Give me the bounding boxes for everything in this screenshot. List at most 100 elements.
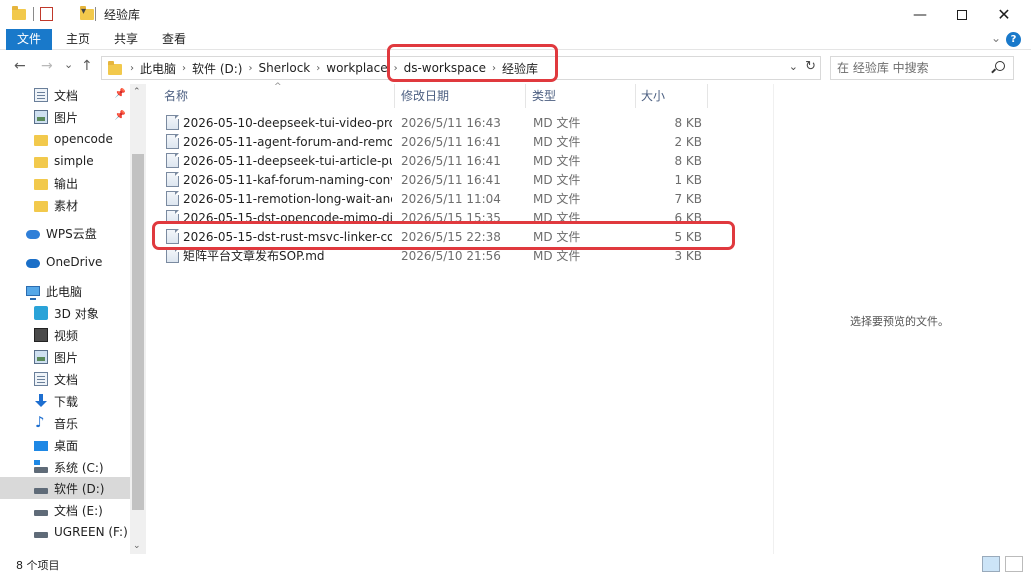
sidebar-item-drive-e[interactable]: 文档 (E:) <box>0 499 130 521</box>
chevron-right-icon[interactable]: › <box>180 63 188 74</box>
video-icon <box>34 328 48 342</box>
sidebar-item-pictures[interactable]: 图片 <box>0 346 130 368</box>
divider <box>635 84 636 108</box>
sidebar-item-simple[interactable]: simple <box>0 150 130 172</box>
close-button[interactable]: ✕ <box>981 0 1027 29</box>
sidebar-item-videos[interactable]: 视频 <box>0 324 130 346</box>
column-header-size[interactable]: 大小 <box>641 84 701 108</box>
sidebar-item-materials[interactable]: 素材 <box>0 194 130 216</box>
crumb-experience-lib[interactable]: 经验库 <box>498 60 542 77</box>
recent-locations-icon[interactable]: ⌄ <box>64 58 73 71</box>
sidebar-item-opencode[interactable]: opencode <box>0 128 130 150</box>
folder-icon <box>34 178 48 190</box>
table-row[interactable]: 矩阵平台文章发布SOP.md 2026/5/10 21:56 MD 文件 3 K… <box>164 247 764 266</box>
scroll-up-icon[interactable]: ⌃ <box>133 87 141 97</box>
table-row[interactable]: 2026-05-10-deepseek-tui-video-pro... 202… <box>164 114 764 133</box>
scrollbar-thumb[interactable] <box>132 154 144 510</box>
sidebar-item-output[interactable]: 输出 <box>0 172 130 194</box>
scroll-down-icon[interactable]: ⌄ <box>133 541 141 551</box>
tab-home[interactable]: 主页 <box>60 29 96 50</box>
search-input[interactable] <box>837 58 987 78</box>
table-row[interactable]: 2026-05-11-agent-forum-and-remoti... 202… <box>164 133 764 152</box>
sidebar-item-label: 音乐 <box>54 416 79 431</box>
drive-icon <box>34 532 48 538</box>
maximize-button[interactable] <box>939 0 985 29</box>
sidebar-item-drive-c[interactable]: 系统 (C:) <box>0 456 130 478</box>
sidebar-item-documents[interactable]: 文档 <box>0 368 130 390</box>
file-size: 7 KB <box>674 192 702 206</box>
table-row[interactable]: 2026-05-15-dst-opencode-mimo-dia... 2026… <box>164 209 764 221</box>
sidebar-item-label: 此电脑 <box>46 284 83 299</box>
pin-icon: 📌 <box>114 89 126 99</box>
chevron-right-icon[interactable]: › <box>128 63 136 74</box>
divider <box>707 84 708 108</box>
table-row[interactable]: 2026-05-11-remotion-long-wait-and-... 20… <box>164 190 764 209</box>
sidebar-item-label: 系统 (C:) <box>54 460 104 475</box>
properties-icon[interactable] <box>40 7 53 21</box>
crumb-sherlock[interactable]: Sherlock <box>254 61 314 75</box>
file-date: 2026/5/11 16:41 <box>401 173 501 187</box>
file-name: 矩阵平台文章发布SOP.md <box>183 249 325 263</box>
onedrive-icon <box>26 259 40 268</box>
sidebar-item-music[interactable]: 音乐 <box>0 412 130 434</box>
sidebar-item-3d-objects[interactable]: 3D 对象 <box>0 302 130 324</box>
sidebar-item-drive-f[interactable]: UGREEN (F:) <box>0 521 130 543</box>
tab-view[interactable]: 查看 <box>156 29 192 50</box>
file-type: MD 文件 <box>533 154 581 168</box>
crumb-this-pc[interactable]: 此电脑 <box>136 60 180 77</box>
table-row[interactable]: 2026-05-11-kaf-forum-naming-conve... 202… <box>164 171 764 190</box>
table-row[interactable]: 2026-05-15-dst-rust-msvc-linker-cont... … <box>164 228 764 247</box>
search-icon[interactable] <box>995 61 1005 71</box>
sidebar-item-onedrive[interactable]: OneDrive <box>0 251 130 273</box>
sidebar-scrollbar[interactable]: ⌃ ⌄ <box>130 84 146 554</box>
customize-toolbar-icon[interactable]: ▾ <box>81 6 86 22</box>
file-size: 8 KB <box>674 154 702 168</box>
up-icon[interactable]: ↑ <box>81 58 93 74</box>
file-name: 2026-05-11-agent-forum-and-remoti... <box>183 135 392 149</box>
forward-icon[interactable]: → <box>41 58 53 74</box>
chevron-right-icon[interactable]: › <box>392 63 400 74</box>
address-dropdown-icon[interactable]: ⌄ <box>789 60 798 73</box>
back-icon[interactable]: ← <box>14 58 26 74</box>
sidebar-item-wps-cloud[interactable]: WPS云盘 <box>0 222 130 244</box>
sidebar-item-documents-quick[interactable]: 文档 📌 <box>0 84 130 106</box>
details-view-icon[interactable] <box>982 556 1000 572</box>
minimize-icon: — <box>913 6 927 23</box>
music-icon <box>34 413 48 431</box>
sidebar-item-drive-d[interactable]: 软件 (D:) <box>0 477 130 499</box>
chevron-right-icon[interactable]: › <box>314 63 322 74</box>
large-icons-view-icon[interactable] <box>1005 556 1023 572</box>
file-name: 2026-05-10-deepseek-tui-video-pro... <box>183 116 392 130</box>
column-header-type[interactable]: 类型 <box>532 84 632 108</box>
table-row[interactable]: 2026-05-11-deepseek-tui-article-pub... 2… <box>164 152 764 171</box>
chevron-right-icon[interactable]: › <box>246 63 254 74</box>
search-box <box>830 56 1014 80</box>
sidebar-item-this-pc[interactable]: 此电脑 <box>0 280 130 302</box>
file-name: 2026-05-11-deepseek-tui-article-pub... <box>183 154 392 168</box>
chevron-right-icon[interactable]: › <box>490 63 498 74</box>
tab-file[interactable]: 文件 <box>6 29 52 50</box>
sidebar-item-downloads[interactable]: 下载 <box>0 390 130 412</box>
help-icon[interactable]: ? <box>1006 32 1021 47</box>
column-header-date[interactable]: 修改日期 <box>401 84 521 108</box>
close-icon: ✕ <box>997 5 1011 24</box>
address-bar[interactable]: › 此电脑 › 软件 (D:) › Sherlock › workplace ›… <box>101 56 821 80</box>
sidebar-item-pictures-quick[interactable]: 图片 📌 <box>0 106 130 128</box>
crumb-workplace[interactable]: workplace <box>322 61 391 75</box>
file-date: 2026/5/11 16:41 <box>401 135 501 149</box>
expand-ribbon-icon[interactable]: ⌄ <box>991 31 1001 45</box>
folder-icon <box>34 134 48 146</box>
sidebar-item-label: 桌面 <box>54 438 79 453</box>
column-header-name[interactable]: 名称 <box>164 84 392 108</box>
file-date: 2026/5/15 22:38 <box>401 230 501 244</box>
crumb-ds-workspace[interactable]: ds-workspace <box>400 61 490 75</box>
minimize-button[interactable]: — <box>897 0 943 29</box>
markdown-file-icon <box>166 229 179 244</box>
refresh-icon[interactable]: ↻ <box>805 59 816 74</box>
crumb-drive-d[interactable]: 软件 (D:) <box>188 60 246 77</box>
pictures-icon <box>34 350 48 364</box>
sidebar-item-desktop[interactable]: 桌面 <box>0 434 130 456</box>
pictures-icon <box>34 110 48 124</box>
tab-share[interactable]: 共享 <box>108 29 144 50</box>
file-name: 2026-05-15-dst-opencode-mimo-dia... <box>183 211 392 221</box>
